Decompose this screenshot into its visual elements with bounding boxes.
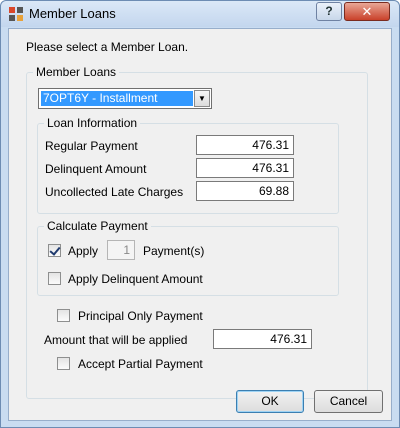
calculate-payment-group: Calculate Payment Apply 1 Payment(s) App… <box>37 219 339 296</box>
app-icon <box>9 7 23 21</box>
principal-only-label: Principal Only Payment <box>78 309 203 323</box>
selected-loan: 7OPT6Y - Installment <box>41 91 193 106</box>
member-loan-select[interactable]: 7OPT6Y - Installment ▼ <box>38 88 212 109</box>
apply-label: Apply <box>68 244 99 258</box>
help-icon: ? <box>325 4 333 18</box>
apply-delinquent-checkbox[interactable] <box>48 272 61 285</box>
amount-applied-field[interactable]: 476.31 <box>213 329 312 349</box>
calculate-payment-group-label: Calculate Payment <box>44 219 151 233</box>
payment-count-field[interactable]: 1 <box>107 240 135 260</box>
apply-checkbox[interactable] <box>48 244 61 257</box>
delinquent-amount-label: Delinquent Amount <box>45 162 147 176</box>
loan-information-group-label: Loan Information <box>44 116 141 130</box>
prompt-text: Please select a Member Loan. <box>26 40 189 54</box>
chevron-down-icon[interactable]: ▼ <box>194 90 210 107</box>
accept-partial-label: Accept Partial Payment <box>78 357 203 371</box>
delinquent-amount-field: 476.31 <box>196 158 294 178</box>
member-loans-group-label: Member Loans <box>33 65 120 79</box>
dialog-body: Please select a Member Loan. Member Loan… <box>8 28 392 421</box>
window-title: Member Loans <box>29 6 116 21</box>
help-button[interactable]: ? <box>316 2 342 21</box>
late-charges-field: 69.88 <box>196 181 294 201</box>
principal-only-checkbox[interactable] <box>57 309 70 322</box>
payments-suffix-label: Payment(s) <box>143 244 205 258</box>
close-icon: ✕ <box>361 4 373 19</box>
amount-applied-label: Amount that will be applied <box>44 333 188 347</box>
late-charges-label: Uncollected Late Charges <box>45 185 184 199</box>
regular-payment-field: 476.31 <box>196 135 294 155</box>
member-loans-group: Member Loans 7OPT6Y - Installment ▼ Loan… <box>26 65 368 399</box>
loan-information-group: Loan Information Regular Payment 476.31 … <box>37 116 339 214</box>
close-button[interactable]: ✕ <box>344 2 390 21</box>
apply-delinquent-label: Apply Delinquent Amount <box>68 272 203 286</box>
accept-partial-checkbox[interactable] <box>57 357 70 370</box>
title-bar[interactable]: Member Loans ? ✕ <box>1 1 399 27</box>
cancel-button[interactable]: Cancel <box>314 390 383 413</box>
ok-button[interactable]: OK <box>236 390 304 413</box>
regular-payment-label: Regular Payment <box>45 139 138 153</box>
member-loans-dialog: Member Loans ? ✕ Please select a Member … <box>0 0 400 428</box>
